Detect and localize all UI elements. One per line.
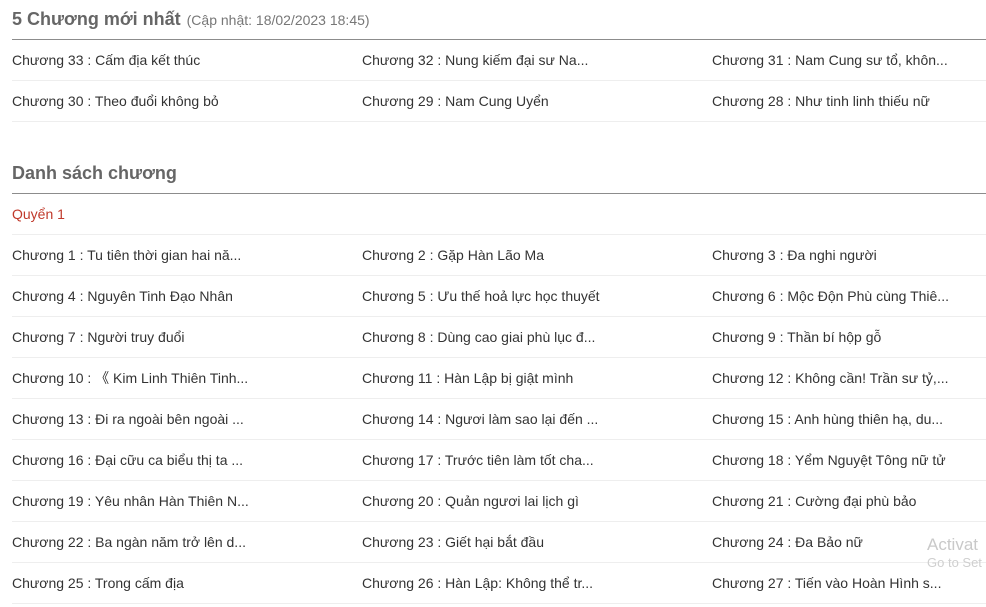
chapter-link[interactable]: Chương 2 : Gặp Hàn Lão Ma <box>362 247 712 263</box>
windows-activation-watermark: Activat Go to Set <box>927 535 982 571</box>
chapter-link[interactable]: Chương 28 : Như tinh linh thiếu nữ <box>712 93 986 109</box>
chapter-link[interactable]: Chương 30 : Theo đuổi không bỏ <box>12 93 362 109</box>
volume-label: Quyển 1 <box>12 194 986 235</box>
chapter-link[interactable]: Chương 6 : Mộc Độn Phù cùng Thiê... <box>712 288 986 304</box>
chapter-link[interactable]: Chương 11 : Hàn Lập bị giật mình <box>362 370 712 386</box>
chapter-link[interactable]: Chương 19 : Yêu nhân Hàn Thiên N... <box>12 493 362 509</box>
chapter-row: Chương 16 : Đại cữu ca biểu thị ta ... C… <box>12 440 986 481</box>
chapter-link[interactable]: Chương 16 : Đại cữu ca biểu thị ta ... <box>12 452 362 468</box>
chapter-link[interactable]: Chương 32 : Nung kiếm đại sư Na... <box>362 52 712 68</box>
chapter-row: Chương 10 : 《 Kim Linh Thiên Tinh... Chư… <box>12 358 986 399</box>
latest-chapters-header: 5 Chương mới nhất (Cập nhật: 18/02/2023 … <box>12 0 986 40</box>
latest-chapters-title: 5 Chương mới nhất <box>12 9 181 29</box>
chapter-row: Chương 25 : Trong cấm địa Chương 26 : Hà… <box>12 563 986 604</box>
chapter-link[interactable]: Chương 23 : Giết hại bắt đầu <box>362 534 712 550</box>
chapter-row: Chương 22 : Ba ngàn năm trở lên d... Chư… <box>12 522 986 563</box>
watermark-line2: Go to Set <box>927 555 982 570</box>
chapter-link[interactable]: Chương 18 : Yểm Nguyệt Tông nữ tử <box>712 452 986 468</box>
chapter-link[interactable]: Chương 21 : Cường đại phù bảo <box>712 493 986 509</box>
chapter-link[interactable]: Chương 31 : Nam Cung sư tổ, khôn... <box>712 52 986 68</box>
chapter-link[interactable]: Chương 5 : Ưu thế hoả lực học thuyết <box>362 288 712 304</box>
chapter-list-header: Danh sách chương <box>12 154 986 194</box>
latest-row: Chương 30 : Theo đuổi không bỏ Chương 29… <box>12 81 986 122</box>
chapter-link[interactable]: Chương 15 : Anh hùng thiên hạ, du... <box>712 411 986 427</box>
chapter-link[interactable]: Chương 17 : Trước tiên làm tốt cha... <box>362 452 712 468</box>
chapter-link[interactable]: Chương 10 : 《 Kim Linh Thiên Tinh... <box>12 368 362 388</box>
chapter-list: Chương 1 : Tu tiên thời gian hai nă... C… <box>12 235 986 604</box>
chapter-row: Chương 19 : Yêu nhân Hàn Thiên N... Chươ… <box>12 481 986 522</box>
chapter-link[interactable]: Chương 4 : Nguyên Tinh Đạo Nhân <box>12 288 362 304</box>
chapter-link[interactable]: Chương 14 : Ngươi làm sao lại đến ... <box>362 411 712 427</box>
chapter-link[interactable]: Chương 8 : Dùng cao giai phù lục đ... <box>362 329 712 345</box>
chapter-link[interactable]: Chương 7 : Người truy đuổi <box>12 329 362 345</box>
chapter-list-title: Danh sách chương <box>12 163 177 183</box>
chapter-row: Chương 1 : Tu tiên thời gian hai nă... C… <box>12 235 986 276</box>
chapter-link[interactable]: Chương 22 : Ba ngàn năm trở lên d... <box>12 534 362 550</box>
chapter-link[interactable]: Chương 12 : Không cần! Trần sư tỷ,... <box>712 370 986 386</box>
chapter-link[interactable]: Chương 29 : Nam Cung Uyển <box>362 93 712 109</box>
chapter-row: Chương 4 : Nguyên Tinh Đạo Nhân Chương 5… <box>12 276 986 317</box>
chapter-link[interactable]: Chương 26 : Hàn Lập: Không thể tr... <box>362 575 712 591</box>
chapter-link[interactable]: Chương 1 : Tu tiên thời gian hai nă... <box>12 247 362 263</box>
chapter-link[interactable]: Chương 33 : Cấm địa kết thúc <box>12 52 362 68</box>
chapter-link[interactable]: Chương 13 : Đi ra ngoài bên ngoài ... <box>12 411 362 427</box>
watermark-line1: Activat <box>927 535 979 554</box>
chapter-row: Chương 7 : Người truy đuổi Chương 8 : Dù… <box>12 317 986 358</box>
chapter-link[interactable]: Chương 25 : Trong cấm địa <box>12 575 362 591</box>
latest-row: Chương 33 : Cấm địa kết thúc Chương 32 :… <box>12 40 986 81</box>
chapter-page: 5 Chương mới nhất (Cập nhật: 18/02/2023 … <box>12 0 986 604</box>
chapter-link[interactable]: Chương 3 : Đa nghi người <box>712 247 986 263</box>
chapter-row: Chương 13 : Đi ra ngoài bên ngoài ... Ch… <box>12 399 986 440</box>
chapter-link[interactable]: Chương 9 : Thần bí hộp gỗ <box>712 329 986 345</box>
latest-chapters-list: Chương 33 : Cấm địa kết thúc Chương 32 :… <box>12 40 986 122</box>
chapter-link[interactable]: Chương 27 : Tiến vào Hoàn Hình s... <box>712 575 986 591</box>
last-updated-text: (Cập nhật: 18/02/2023 18:45) <box>186 11 370 28</box>
chapter-link[interactable]: Chương 20 : Quản ngươi lai lịch gì <box>362 493 712 509</box>
